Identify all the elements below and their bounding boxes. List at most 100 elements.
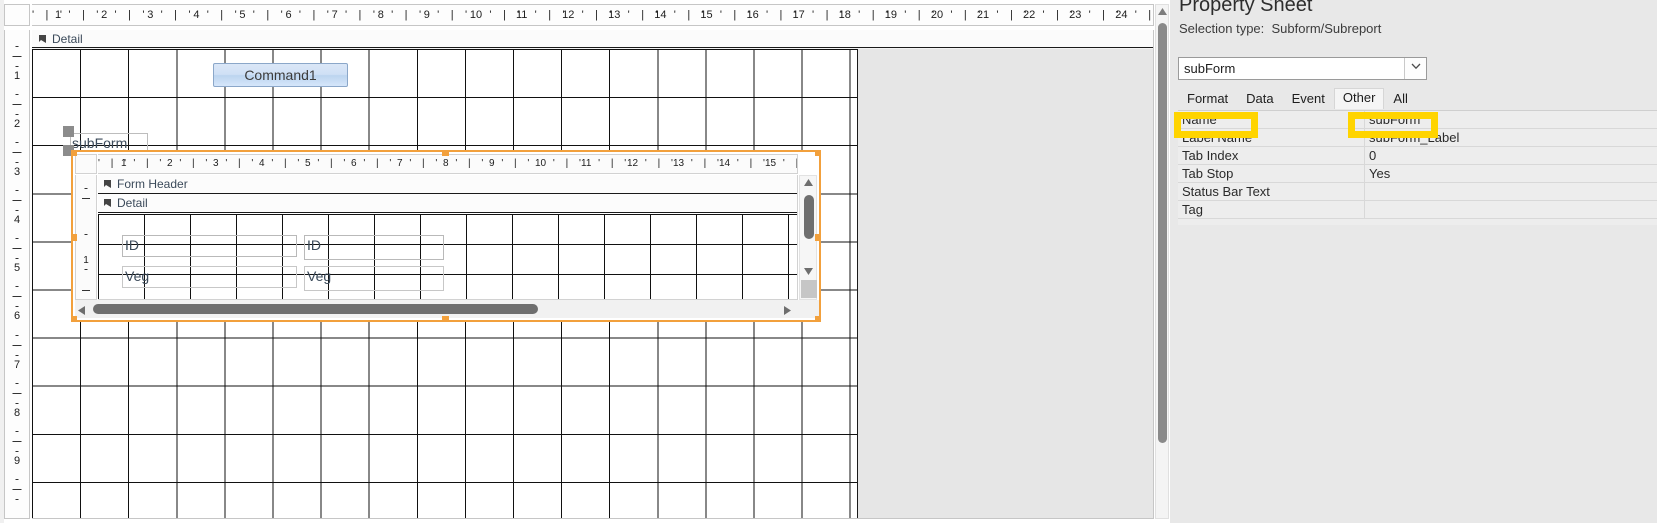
- ruler-tick-18: 18 ' | ': [838, 9, 893, 21]
- ruler-tick-5: 5: [5, 232, 29, 280]
- triangle-down-icon[interactable]: [800, 267, 816, 277]
- property-row[interactable]: Tag: [1178, 201, 1657, 219]
- resize-handle-s[interactable]: [442, 316, 449, 320]
- ruler-tick-13: 13 ' | ': [673, 158, 723, 169]
- screen-root: ' | '1 ' | ' 2 ' | ' 3 ' | ' 4 ' | ' 5 '…: [0, 0, 1657, 523]
- subform-hscroll-thumb[interactable]: [93, 304, 538, 314]
- ruler-tick-13: 13 ' | ': [608, 9, 662, 21]
- section-collapse-arrow-icon[interactable]: [103, 198, 113, 208]
- ruler-tick-1: 1: [5, 40, 29, 88]
- property-grid[interactable]: Name subForm Label Name subForm_Label Tab In…: [1178, 110, 1657, 225]
- tab-data[interactable]: Data: [1237, 89, 1283, 109]
- ruler-tick-2: 2 ' | ': [167, 158, 212, 169]
- horizontal-ruler[interactable]: ' | '1 ' | ' 2 ' | ' 3 ' | ' 4 ' | ' 5 '…: [32, 4, 1154, 26]
- ruler-tick-15: 15 ' | ': [700, 9, 755, 21]
- resize-handle-ne[interactable]: [815, 152, 819, 156]
- selection-type-label: Selection type:: [1179, 21, 1265, 36]
- property-row[interactable]: Tab Stop Yes: [1178, 165, 1657, 183]
- triangle-right-icon[interactable]: [784, 304, 791, 318]
- design-canvas[interactable]: Detail Command1 subForm ' | '1 ' | ' 2 '…: [32, 30, 1154, 519]
- subform-ruler-corner: [75, 154, 97, 174]
- command1-button[interactable]: Command1: [213, 63, 348, 87]
- field-label-id[interactable]: ID: [122, 235, 297, 257]
- ruler-tick-8: 8: [5, 377, 29, 425]
- resize-handle-se[interactable]: [815, 316, 819, 320]
- subform-section-bar-form-header[interactable]: Form Header: [98, 175, 797, 194]
- ruler-tick-6: 6 ' | ': [351, 158, 396, 169]
- section-collapse-arrow-icon[interactable]: [103, 179, 113, 189]
- property-value[interactable]: 0: [1364, 147, 1657, 165]
- property-value[interactable]: subForm_Label: [1364, 129, 1657, 147]
- designer-vscroll-thumb[interactable]: [1158, 23, 1167, 443]
- ruler-tick-7: 7: [5, 329, 29, 377]
- ruler-tick-10: 10 ' | ': [535, 158, 585, 169]
- form-design-surface[interactable]: ' | '1 ' | ' 2 ' | ' 3 ' | ' 4 ' | ' 5 '…: [0, 0, 1170, 523]
- ruler-tick-3: 3: [5, 136, 29, 184]
- property-value[interactable]: subForm: [1364, 111, 1657, 129]
- tab-other[interactable]: Other: [1333, 88, 1385, 109]
- property-sheet-title: Property Sheet: [1179, 0, 1313, 16]
- ruler-tick-7: 7 ' | ': [397, 158, 442, 169]
- property-value[interactable]: [1364, 183, 1657, 201]
- ruler-tick-24: 24 ' | ': [1115, 9, 1153, 21]
- subform-ruler-tick-1: 1: [76, 229, 96, 275]
- property-row[interactable]: Tab Index 0: [1178, 147, 1657, 165]
- ruler-tick-9: 9 ' | ': [489, 158, 534, 169]
- subform-vscroll-thumb[interactable]: [804, 195, 814, 239]
- property-value[interactable]: Yes: [1364, 165, 1657, 183]
- ruler-tick-3: 3 ' | ': [147, 9, 195, 21]
- tab-all[interactable]: All: [1384, 89, 1417, 109]
- property-sheet-tabs[interactable]: Format Data Event Other All: [1178, 88, 1657, 109]
- canvas-outside-area: [857, 49, 1153, 518]
- resize-handle-e[interactable]: [815, 234, 819, 241]
- resize-handle-n[interactable]: [442, 152, 449, 156]
- ruler-tick-12: 12 ' | ': [627, 158, 677, 169]
- subform-vscroll-end-block: [801, 280, 817, 298]
- chevron-down-icon[interactable]: [1404, 58, 1426, 79]
- tab-event[interactable]: Event: [1282, 89, 1334, 109]
- vertical-ruler[interactable]: 123456789: [4, 30, 30, 519]
- designer-vertical-scrollbar[interactable]: [1155, 4, 1169, 519]
- object-selector-value: subForm: [1184, 61, 1236, 76]
- triangle-up-icon[interactable]: [800, 178, 816, 188]
- resize-handle-w[interactable]: [73, 234, 77, 241]
- property-key: Label Name: [1182, 130, 1253, 145]
- ruler-tick-1: 1 ' | ': [121, 158, 166, 169]
- ruler-tick-10: 10 ' | ': [469, 9, 524, 21]
- subform-horizontal-ruler[interactable]: ' | '1 ' | ' 2 ' | ' 3 ' | ' 4 ' | ' 5 '…: [98, 154, 798, 174]
- field-textbox-veg[interactable]: Veg: [304, 266, 444, 291]
- subform-vertical-ruler[interactable]: 1: [75, 175, 97, 300]
- subform-detail-label: Detail: [117, 196, 148, 210]
- subform-canvas[interactable]: Form Header Detail ID ID Veg Veg: [98, 175, 798, 300]
- ruler-tick-20: 20 ' | ': [930, 9, 985, 21]
- ruler-tick-7: 7 ' | ': [331, 9, 380, 21]
- triangle-up-icon[interactable]: [1156, 7, 1168, 17]
- ruler-tick-14: 14 ' | ': [654, 9, 708, 21]
- subform-detail-grid[interactable]: ID ID Veg Veg: [98, 214, 797, 299]
- tab-format[interactable]: Format: [1178, 89, 1238, 109]
- subform-control[interactable]: ' | '1 ' | ' 2 ' | ' 3 ' | ' 4 ' | ' 5 '…: [71, 150, 821, 322]
- ruler-tick-9: 9: [5, 425, 29, 473]
- move-handle-top[interactable]: [63, 126, 74, 137]
- property-value[interactable]: [1364, 201, 1657, 219]
- selection-type: Selection type: Subform/Subreport: [1179, 21, 1381, 36]
- field-label-veg[interactable]: Veg: [122, 266, 297, 288]
- ruler-tick-3: 3 ' | ': [213, 158, 258, 169]
- property-row[interactable]: Name subForm: [1178, 111, 1657, 129]
- subform-form-header-label: Form Header: [117, 177, 188, 191]
- selection-type-value: Subform/Subreport: [1271, 21, 1382, 36]
- property-row[interactable]: Status Bar Text: [1178, 183, 1657, 201]
- subform-section-bar-detail[interactable]: Detail: [98, 194, 797, 213]
- object-selector-combobox[interactable]: subForm: [1178, 57, 1427, 80]
- field-textbox-id[interactable]: ID: [304, 235, 444, 260]
- section-collapse-arrow-icon[interactable]: [38, 34, 48, 44]
- triangle-left-icon[interactable]: [78, 304, 85, 318]
- resize-handle-nw[interactable]: [73, 152, 77, 156]
- resize-handle-sw[interactable]: [73, 316, 77, 320]
- section-bar-detail[interactable]: Detail: [32, 30, 1153, 48]
- ruler-tick-6: 6 ' | ': [285, 9, 334, 21]
- ruler-tick-14: 14 ' | ': [719, 158, 769, 169]
- property-row[interactable]: Label Name subForm_Label: [1178, 129, 1657, 147]
- ruler-tick-4: 4 ' | ': [259, 158, 304, 169]
- ruler-tick-15: 15 ' | ': [765, 158, 797, 169]
